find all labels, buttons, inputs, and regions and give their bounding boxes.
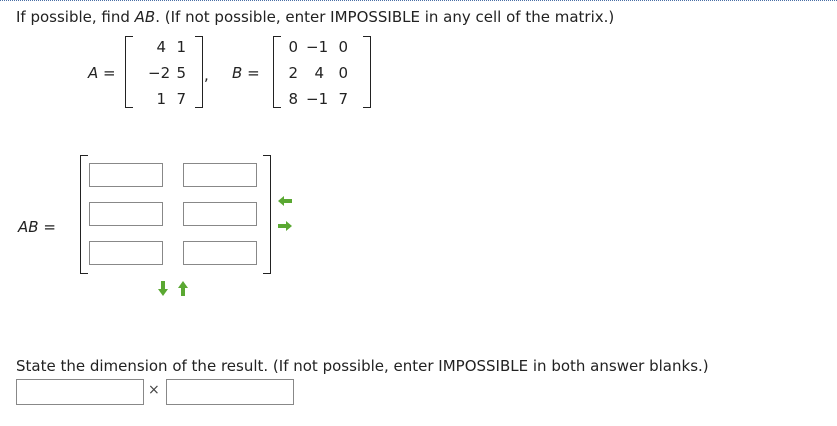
prompt-text: If possible, find — [16, 8, 135, 26]
matrix-b-right-bracket — [363, 36, 371, 108]
question-prompt: If possible, find AB. (If not possible, … — [16, 8, 614, 26]
matrix-b-cell: 0 — [338, 64, 348, 82]
matrix-b-cell: 4 — [314, 64, 324, 82]
matrix-a-equals: = — [103, 64, 116, 82]
matrix-a-cell: 7 — [176, 90, 186, 108]
matrix-b-cell: 0 — [288, 38, 298, 56]
matrix-b-cell: 2 — [288, 64, 298, 82]
matrix-a-cell: 4 — [156, 38, 166, 56]
matrix-b-cell: −1 — [306, 90, 329, 108]
matrix-a: 4 1 −2 5 1 7 — [135, 36, 195, 108]
times-symbol: × — [148, 382, 160, 398]
down-arrow-icon — [158, 281, 168, 296]
matrix-a-cell: 1 — [156, 90, 166, 108]
matrix-b-cell: −1 — [306, 38, 329, 56]
answer-name: AB — [18, 218, 39, 236]
dimension-prompt: State the dimension of the result. (If n… — [16, 357, 709, 375]
answer-cell-input[interactable] — [183, 241, 257, 265]
matrix-a-cell: −2 — [148, 64, 171, 82]
answer-matrix — [89, 160, 265, 270]
matrix-b-cell: 8 — [288, 90, 298, 108]
prompt-text-tail: . (If not possible, enter IMPOSSIBLE in … — [155, 8, 615, 26]
matrix-a-right-bracket — [195, 36, 203, 108]
matrix-b-equals: = — [247, 64, 260, 82]
matrix-b-label: B = — [232, 64, 260, 82]
matrix-b: 0 −1 0 2 4 0 8 −1 7 — [280, 36, 366, 108]
answer-cell-input[interactable] — [89, 241, 163, 265]
matrix-a-name: A — [88, 64, 99, 82]
add-column-button[interactable] — [277, 218, 293, 236]
matrix-b-cell: 7 — [338, 90, 348, 108]
prompt-product: AB — [134, 8, 156, 26]
add-row-button[interactable] — [157, 280, 169, 301]
answer-equals: = — [43, 218, 56, 236]
answer-label: AB = — [18, 218, 56, 236]
right-arrow-icon — [278, 221, 292, 231]
top-divider — [0, 0, 837, 1]
dimension-rows-input[interactable] — [16, 379, 144, 405]
matrix-a-label: A = — [88, 64, 116, 82]
answer-cell-input[interactable] — [183, 163, 257, 187]
remove-column-button[interactable] — [277, 193, 293, 211]
answer-left-bracket — [80, 155, 88, 274]
matrix-b-cell: 0 — [338, 38, 348, 56]
dimension-cols-input[interactable] — [166, 379, 294, 405]
left-arrow-icon — [278, 196, 292, 206]
matrix-a-left-bracket — [125, 36, 133, 108]
up-arrow-icon — [178, 281, 188, 296]
answer-right-bracket — [263, 155, 271, 274]
matrix-b-name: B — [232, 64, 243, 82]
matrix-a-cell: 1 — [176, 38, 186, 56]
answer-cell-input[interactable] — [183, 202, 257, 226]
remove-row-button[interactable] — [177, 280, 189, 301]
matrix-a-cell: 5 — [176, 64, 186, 82]
answer-cell-input[interactable] — [89, 163, 163, 187]
answer-cell-input[interactable] — [89, 202, 163, 226]
matrix-a-comma: , — [204, 66, 209, 84]
